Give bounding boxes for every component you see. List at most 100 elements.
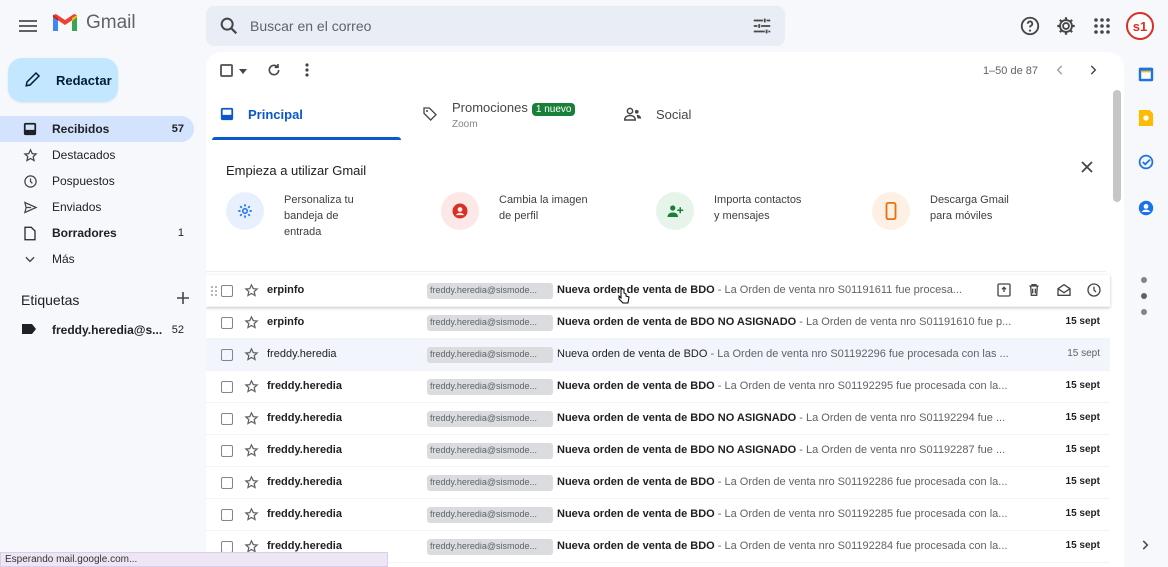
onboarding-card-mobile[interactable]: Descarga Gmail para móviles (872, 192, 1009, 230)
search-bar[interactable] (206, 6, 785, 46)
sidebar-item-recibidos[interactable]: Recibidos 57 (0, 116, 194, 142)
email-subject-line: Nueva orden de venta de BDO NO ASIGNADO … (557, 444, 1027, 456)
email-snippet: - La Orden de venta nro S01192294 fue ..… (796, 412, 1006, 424)
apps-grid-icon[interactable] (1090, 14, 1114, 38)
sidebar-item-pospuestos[interactable]: Pospuestos (0, 168, 194, 194)
onboarding-title: Empieza a utilizar Gmail (226, 163, 367, 178)
snooze-clock-icon[interactable] (1086, 282, 1102, 301)
email-date: 15 sept (1065, 316, 1100, 327)
email-date: 15 sept (1065, 540, 1100, 551)
email-checkbox[interactable] (221, 413, 233, 425)
onboarding-card-text: y mensajes (714, 210, 770, 222)
sidebar-label-freddy[interactable]: freddy.heredia@s... 52 (0, 318, 194, 342)
contacts-icon[interactable] (1136, 198, 1156, 218)
chevron-left-icon[interactable] (1053, 63, 1067, 82)
email-sender: freddy.heredia (267, 380, 342, 392)
tab-promociones[interactable]: Promociones 1 nuevo Zoom (422, 92, 622, 136)
star-icon[interactable] (244, 379, 259, 397)
onboarding-card-text: bandeja de (284, 210, 339, 222)
mouse-cursor (618, 288, 630, 307)
sidebar-item-enviados[interactable]: Enviados (0, 194, 194, 220)
email-subject-line: Nueva orden de venta de BDO - La Orden d… (557, 380, 1027, 392)
recipient-chip: freddy.heredia@sismode... (427, 443, 553, 459)
tab-label: Social (656, 106, 692, 122)
search-input[interactable] (250, 6, 730, 46)
email-row[interactable]: freddy.heredia freddy.heredia@sismode...… (206, 435, 1110, 467)
top-right-controls: s1 (1018, 12, 1154, 40)
select-all-checkbox[interactable] (220, 64, 233, 77)
new-badge: 1 nuevo (531, 102, 576, 116)
send-icon (22, 199, 38, 215)
more-options-icon[interactable] (300, 62, 314, 83)
sidebar-item-mas[interactable]: Más (0, 246, 194, 272)
star-icon[interactable] (244, 443, 259, 461)
email-row[interactable]: erpinfo freddy.heredia@sismode... Nueva … (206, 307, 1110, 339)
recipient-chip: freddy.heredia@sismode... (427, 507, 553, 523)
star-icon[interactable] (244, 507, 259, 525)
mail-panel: 1–50 de 87 Principal Promociones 1 nuevo … (206, 52, 1124, 567)
onboarding-card-personalize[interactable]: Personaliza tu bandeja de entrada (226, 192, 354, 240)
email-checkbox[interactable] (221, 285, 233, 297)
email-row[interactable]: erpinfo freddy.heredia@sismode... Nueva … (206, 275, 1110, 307)
star-icon[interactable] (244, 283, 259, 301)
onboarding-card-import[interactable]: Importa contactos y mensajes (656, 192, 801, 230)
search-options-icon[interactable] (751, 15, 773, 42)
label-count: 52 (171, 324, 184, 336)
dot-icon (1141, 302, 1147, 320)
search-icon[interactable] (218, 15, 240, 42)
email-checkbox[interactable] (221, 509, 233, 521)
add-label-icon[interactable] (175, 290, 191, 309)
email-date: 15 sept (1065, 412, 1100, 423)
onboarding-card-profile[interactable]: Cambia la imagen de perfil (441, 192, 588, 230)
labels-header: Etiquetas (21, 290, 191, 309)
expand-side-panel-icon[interactable] (1138, 538, 1152, 557)
select-dropdown-caret-icon[interactable] (239, 69, 247, 74)
email-subject-line: Nueva orden de venta de BDO - La Orden d… (557, 348, 1027, 360)
onboarding-card-text: Cambia la imagen (499, 194, 588, 206)
compose-button[interactable]: Redactar (8, 58, 118, 102)
gmail-logo-text: Gmail (86, 12, 136, 33)
email-checkbox[interactable] (221, 317, 233, 329)
label-name: freddy.heredia@s... (52, 323, 163, 337)
browser-status-bar: Esperando mail.google.com... (0, 552, 388, 567)
email-checkbox[interactable] (221, 477, 233, 489)
email-row[interactable]: freddy.heredia freddy.heredia@sismode...… (206, 403, 1110, 435)
star-icon[interactable] (244, 475, 259, 493)
email-checkbox[interactable] (221, 445, 233, 457)
drag-handle-icon[interactable] (211, 286, 217, 296)
vertical-scrollbar[interactable] (1113, 90, 1121, 202)
star-icon[interactable] (244, 347, 259, 365)
tasks-icon[interactable] (1136, 152, 1156, 172)
sidebar-item-destacados[interactable]: Destacados (0, 142, 194, 168)
gmail-logo[interactable]: Gmail (52, 12, 136, 34)
star-icon[interactable] (244, 411, 259, 429)
mark-read-icon[interactable] (1056, 282, 1072, 301)
refresh-icon[interactable] (266, 62, 282, 83)
email-date: 15 sept (1065, 444, 1100, 455)
email-row[interactable]: freddy.heredia freddy.heredia@sismode...… (206, 339, 1110, 371)
email-snippet: - La Orden de venta nro S01192287 fue ..… (796, 444, 1006, 456)
email-sender: freddy.heredia (267, 540, 342, 552)
star-icon[interactable] (244, 315, 259, 333)
sidebar-item-label: Destacados (52, 148, 116, 162)
sidebar-item-label: Pospuestos (52, 174, 115, 188)
help-icon[interactable] (1018, 14, 1042, 38)
delete-icon[interactable] (1026, 282, 1042, 301)
email-checkbox[interactable] (221, 349, 233, 361)
email-row[interactable]: freddy.heredia freddy.heredia@sismode...… (206, 499, 1110, 531)
email-row[interactable]: freddy.heredia freddy.heredia@sismode...… (206, 371, 1110, 403)
keep-icon[interactable] (1136, 108, 1156, 128)
settings-gear-icon[interactable] (1054, 14, 1078, 38)
account-avatar[interactable]: s1 (1126, 12, 1154, 40)
tag-icon (422, 106, 438, 122)
tab-principal[interactable]: Principal (212, 92, 401, 140)
main-menu-icon[interactable] (16, 14, 40, 38)
close-icon[interactable] (1080, 160, 1094, 179)
email-row[interactable]: freddy.heredia freddy.heredia@sismode...… (206, 467, 1110, 499)
sidebar-item-borradores[interactable]: Borradores 1 (0, 220, 194, 246)
chevron-right-icon[interactable] (1086, 63, 1100, 82)
calendar-icon[interactable] (1136, 64, 1156, 84)
email-checkbox[interactable] (221, 381, 233, 393)
archive-icon[interactable] (996, 282, 1012, 301)
tab-social[interactable]: Social (624, 92, 804, 136)
